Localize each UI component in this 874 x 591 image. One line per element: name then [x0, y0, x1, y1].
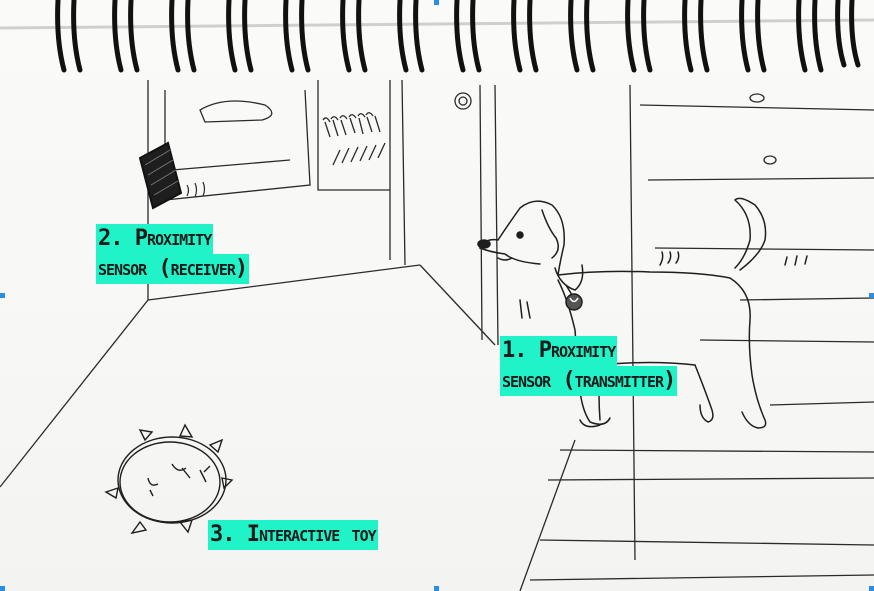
bookshelf — [322, 112, 386, 166]
label-transmitter-line1: 1. Proximity — [500, 336, 618, 366]
spiral-binding-icon — [0, 0, 874, 73]
collar-tag-icon — [565, 284, 583, 311]
label-toy-line1: 3. Interactive toy — [208, 520, 378, 550]
toy-ball-sketch — [104, 423, 234, 535]
selection-handle-right[interactable] — [869, 293, 874, 298]
receiver-sketch — [138, 141, 206, 210]
selection-handle-bottom-right[interactable] — [869, 586, 874, 591]
selection-handle-left[interactable] — [0, 293, 5, 298]
room-sketch — [0, 0, 874, 591]
label-receiver: 2. Proximity sensor (receiver) — [96, 224, 250, 284]
selection-handle-top[interactable] — [434, 0, 439, 5]
label-toy: 3. Interactive toy — [208, 520, 378, 550]
sketch-canvas: 2. Proximity sensor (receiver) 1. Proxim… — [0, 0, 874, 591]
room-lines — [0, 79, 874, 591]
selection-handle-bottom-left[interactable] — [0, 586, 5, 591]
label-transmitter: 1. Proximity sensor (transmitter) — [500, 336, 678, 396]
label-transmitter-line2: sensor (transmitter) — [500, 366, 678, 396]
selection-handle-bottom[interactable] — [434, 586, 439, 591]
label-receiver-line1: 2. Proximity — [96, 224, 214, 254]
label-receiver-line2: sensor (receiver) — [96, 254, 250, 284]
